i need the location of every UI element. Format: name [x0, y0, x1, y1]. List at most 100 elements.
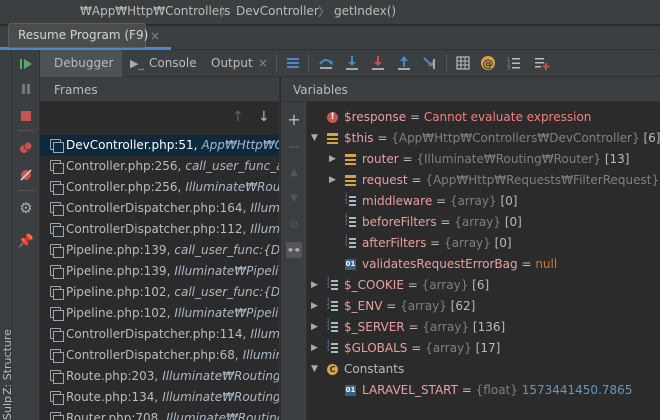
frame-file: Pipeline.php:102,	[66, 285, 171, 299]
variables-panel: Variables + − ▲ ▼ ⧉ 👓 ! $response = Canno…	[281, 77, 660, 420]
stop-button[interactable]	[18, 108, 34, 124]
frame-row[interactable]: Router.php:708,Illuminate₩Routing₩R	[40, 408, 279, 420]
frame-row[interactable]: Pipeline.php:139,Illuminate₩Pipeline₩	[40, 261, 279, 282]
tab-console[interactable]: ▶_ Console	[130, 50, 204, 77]
step-into-button[interactable]	[344, 55, 360, 71]
frame-row[interactable]: ControllerDispatcher.php:112,Illuminat	[40, 219, 279, 240]
arrow-up-icon[interactable]: ↑	[232, 109, 244, 125]
chevron-right-icon[interactable]: ▶	[311, 275, 321, 296]
pin-tab-button[interactable]: 📌	[18, 233, 34, 249]
move-down-icon[interactable]: ▼	[286, 190, 302, 206]
variable-row[interactable]: ▶ request = {App₩Http₩Requests₩FilterRequ…	[307, 170, 660, 191]
force-step-into-button[interactable]	[370, 55, 386, 71]
frame-row[interactable]: DevController.php:51,App₩Http₩Cont	[40, 135, 279, 156]
add-watch-icon[interactable]: +	[286, 110, 302, 129]
variable-text: $this = {App₩Http₩Controllers₩DevControl…	[344, 128, 660, 149]
watch-button[interactable]: @	[480, 55, 496, 71]
variable-equals: =	[382, 299, 401, 313]
frame-row[interactable]: ControllerDispatcher.php:114,Illuminat	[40, 324, 279, 345]
frame-method: Illuminate₩Routing₩Contro	[185, 180, 280, 194]
chevron-down-icon[interactable]: ▼	[311, 128, 321, 149]
variable-row[interactable]: beforeFilters = {array} [0]	[307, 212, 660, 233]
variable-row[interactable]: 01 validatesRequestErrorBag = null	[307, 254, 660, 275]
show-values-button[interactable]: 123	[506, 55, 522, 71]
variable-row[interactable]: middleware = {array} [0]	[307, 191, 660, 212]
close-icon[interactable]: ×	[258, 56, 268, 70]
variables-tree: ! $response = Cannot evaluate expression ▼…	[307, 107, 660, 401]
variable-text: $GLOBALS = {array} [17]	[344, 338, 500, 359]
tab-debugger[interactable]: Debugger	[40, 50, 122, 77]
chevron-right-icon[interactable]: ▶	[329, 149, 339, 170]
frame-row[interactable]: Pipeline.php:139,call_user_func:{D:₩My	[40, 240, 279, 261]
show-execution-point-button[interactable]	[285, 55, 301, 71]
variable-row[interactable]: ▶ $_SERVER = {array} [136]	[307, 317, 660, 338]
copy-watch-icon[interactable]: ⧉	[286, 216, 302, 232]
remove-watch-icon[interactable]: −	[286, 137, 302, 156]
variable-name: $response	[344, 110, 407, 124]
step-over-button[interactable]	[318, 55, 334, 71]
frame-row[interactable]: ControllerDispatcher.php:68,Illuminate	[40, 345, 279, 366]
variable-row[interactable]: ▼ $this = {App₩Http₩Controllers₩DevContro…	[307, 128, 660, 149]
svg-text:3: 3	[507, 66, 510, 70]
tab-debugger-label: Debugger	[54, 56, 114, 70]
variable-row[interactable]: ▼ C Constants	[307, 359, 660, 380]
breadcrumb-class[interactable]: DevController	[236, 4, 319, 18]
variable-row[interactable]: 01 LARAVEL_START = {float} 1573441450.786…	[307, 380, 660, 401]
variable-name: $_SERVER	[344, 320, 405, 334]
move-up-icon[interactable]: ▲	[286, 164, 302, 180]
frame-row[interactable]: Controller.php:256,call_user_func_array	[40, 156, 279, 177]
frame-row[interactable]: Pipeline.php:102,call_user_func:{D:₩My	[40, 282, 279, 303]
frame-file: Pipeline.php:139,	[66, 243, 171, 257]
chevron-down-icon[interactable]: ▼	[311, 359, 321, 380]
frame-method: Illuminate₩Pipeline₩	[174, 264, 279, 278]
variable-type: {array}	[400, 299, 447, 313]
stack-frame-icon	[50, 244, 64, 258]
tab-output[interactable]: Output	[211, 50, 261, 77]
resume-program-button[interactable]	[18, 56, 34, 72]
frame-row[interactable]: ControllerDispatcher.php:164,Illuminat	[40, 198, 279, 219]
variable-count: [136]	[472, 320, 506, 334]
separator	[446, 55, 447, 72]
chevron-right-icon[interactable]: ▶	[329, 170, 339, 191]
frame-row[interactable]: Route.php:134,Illuminate₩Routing₩Rou	[40, 387, 279, 408]
pause-program-button[interactable]	[18, 81, 34, 97]
variable-row[interactable]: ▶ $_COOKIE = {array} [6]	[307, 275, 660, 296]
variable-row[interactable]: ! $response = Cannot evaluate expression	[307, 107, 660, 128]
chevron-right-icon[interactable]: ▶	[311, 338, 321, 359]
breadcrumb-method[interactable]: getIndex()	[334, 4, 396, 18]
settings-button[interactable]: ⚙	[18, 199, 34, 217]
debugger-actions: ⚙ 📌	[12, 50, 40, 420]
view-breakpoints-button[interactable]	[18, 140, 34, 156]
variable-count: [62]	[450, 299, 476, 313]
frames-panel: Frames ↑ ↓ DevController.php:51, App₩Http…	[40, 77, 280, 420]
variable-row[interactable]: afterFilters = {array} [0]	[307, 233, 660, 254]
run-to-cursor-button[interactable]	[422, 55, 438, 71]
variable-value: 1573441450.7865	[521, 383, 633, 397]
frame-row[interactable]: Controller.php:256,Illuminate₩Routing₩Co…	[40, 177, 280, 198]
frames-header: Frames	[40, 77, 279, 102]
step-out-button[interactable]	[396, 55, 412, 71]
variable-row[interactable]: ▶ $GLOBALS = {array} [17]	[307, 338, 660, 359]
frame-row[interactable]: Route.php:203,Illuminate₩Routing₩Rou	[40, 366, 279, 387]
close-icon[interactable]: ×	[150, 29, 160, 43]
pause-icon	[22, 84, 30, 94]
evaluate-expression-button[interactable]	[455, 55, 471, 71]
separator	[18, 130, 34, 131]
force-step-into-icon	[372, 56, 384, 70]
stack-frame-icon	[50, 202, 64, 216]
add-list-button[interactable]	[534, 55, 550, 71]
breadcrumb-namespace[interactable]: ₩App₩Http₩Controllers	[80, 4, 230, 18]
chevron-right-icon[interactable]: ▶	[311, 296, 321, 317]
frame-file: DevController.php:51,	[66, 138, 198, 152]
variable-text: LARAVEL_START = {float} 1573441450.7865	[362, 380, 632, 401]
frame-method: Illuminate₩Pipeline₩	[174, 306, 279, 320]
frame-row[interactable]: Pipeline.php:102,Illuminate₩Pipeline₩	[40, 303, 279, 324]
mute-breakpoints-button[interactable]	[18, 167, 34, 183]
glasses-icon[interactable]: 👓	[286, 242, 302, 258]
variable-row[interactable]: ▶ router = {Illuminate₩Routing₩Router} [1…	[307, 149, 660, 170]
variable-row[interactable]: ▶ $_ENV = {array} [62]	[307, 296, 660, 317]
arrow-down-icon[interactable]: ↓	[258, 109, 270, 125]
chevron-right-icon[interactable]: ▶	[311, 317, 321, 338]
variable-count: [13]	[604, 152, 630, 166]
stack-frame-icon	[50, 412, 64, 420]
